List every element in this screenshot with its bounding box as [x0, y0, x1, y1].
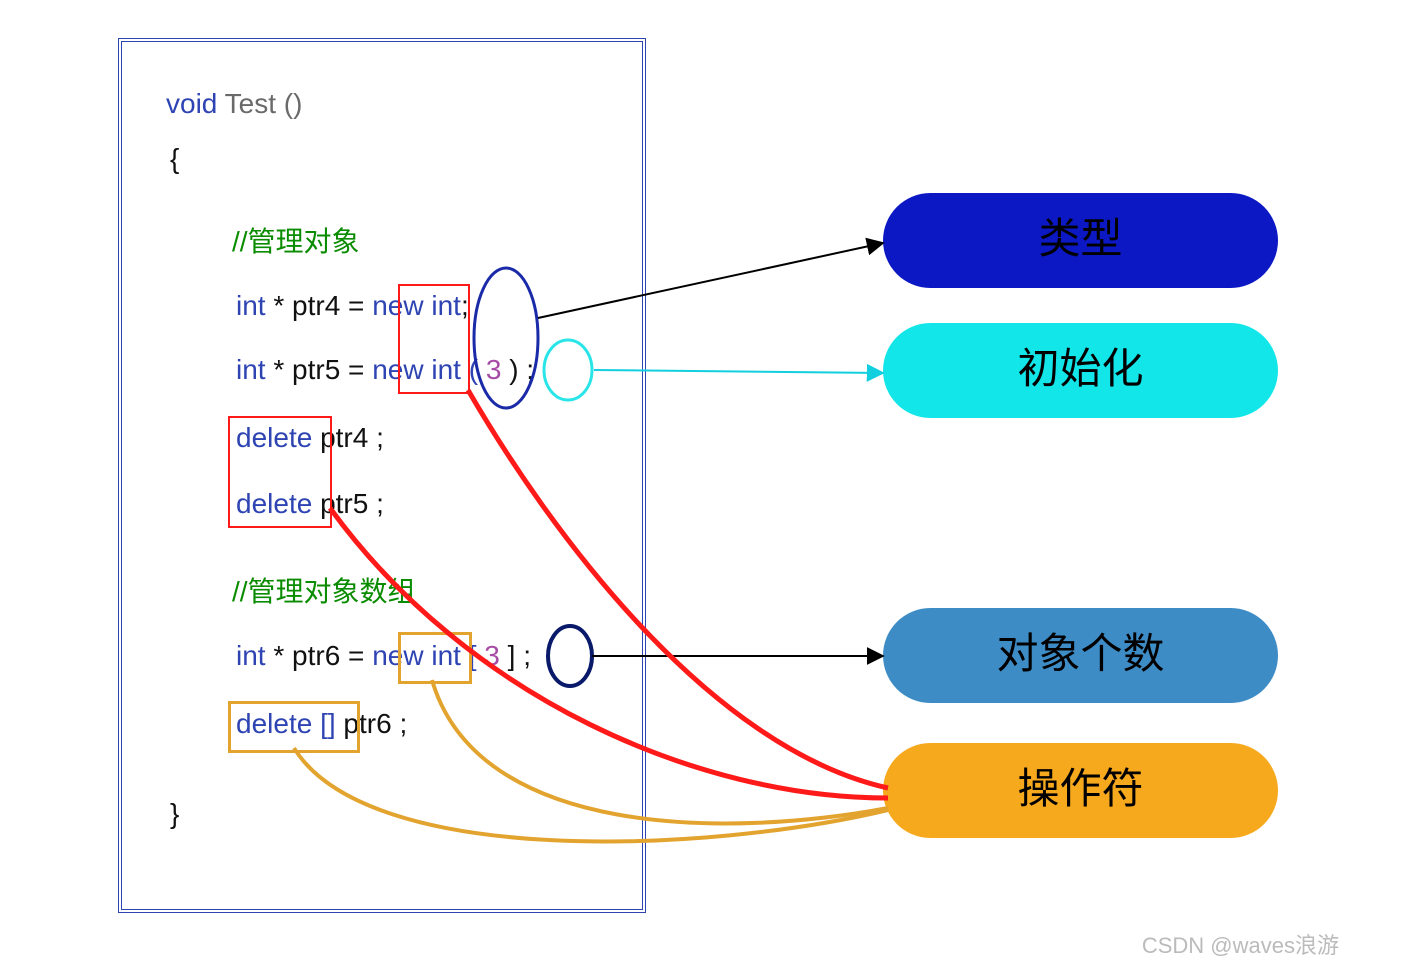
- pill-count: 对象个数: [883, 608, 1278, 703]
- watermark: CSDN @waves浪游: [1142, 928, 1339, 960]
- brace-close: }: [170, 798, 179, 830]
- code-box: [118, 38, 646, 913]
- highlight-new-orange: [398, 632, 472, 684]
- txt: * ptr5 =: [266, 354, 373, 385]
- highlight-delete-red: [228, 416, 332, 528]
- code-header: void Test (): [166, 88, 302, 120]
- kw-int: int: [236, 290, 266, 321]
- kw-int: int: [236, 354, 266, 385]
- tail: ] ;: [508, 640, 531, 671]
- brace-open: {: [170, 143, 179, 175]
- pill-op: 操作符: [883, 743, 1278, 838]
- txt: * ptr4 =: [266, 290, 373, 321]
- pill-init: 初始化: [883, 323, 1278, 418]
- highlight-delete-orange: [228, 701, 360, 753]
- code-line-5: int * ptr6 = new int [ 3 ] ;: [236, 640, 531, 672]
- kw-void: void: [166, 88, 217, 119]
- num: 3: [478, 354, 509, 385]
- num: 3: [477, 640, 508, 671]
- txt: * ptr6 =: [266, 640, 373, 671]
- tail: ) ;: [509, 354, 534, 385]
- code-line-2: int * ptr5 = new int ( 3 ) ;: [236, 354, 534, 386]
- fn-name: Test (): [217, 88, 302, 119]
- comment-2: //管理对象数组: [232, 570, 416, 610]
- kw-int: int: [236, 640, 266, 671]
- pill-type: 类型: [883, 193, 1278, 288]
- highlight-new-red: [398, 284, 470, 394]
- comment-1: //管理对象: [232, 220, 360, 260]
